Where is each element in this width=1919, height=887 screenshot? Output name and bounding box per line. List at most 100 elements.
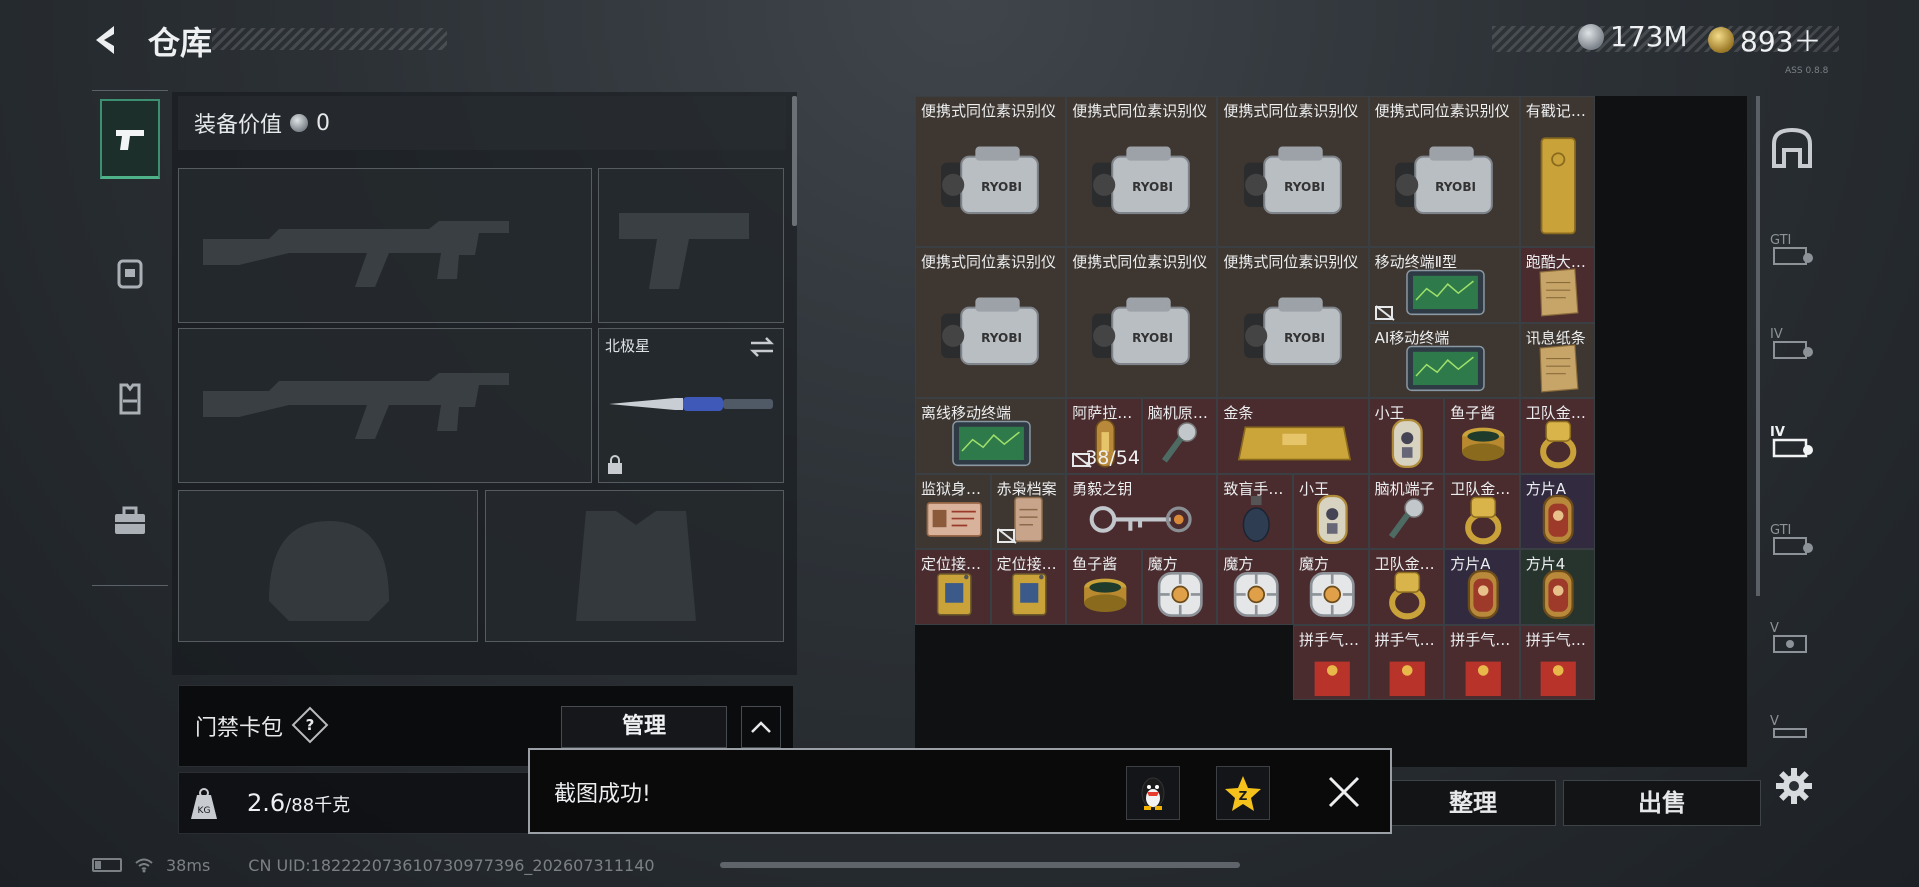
svg-text:RYOBI: RYOBI bbox=[1284, 331, 1325, 345]
storage-item[interactable]: 卫队金扳指 bbox=[1519, 398, 1596, 474]
card-king-icon bbox=[1302, 493, 1362, 546]
page-title: 仓库 bbox=[148, 24, 213, 62]
storage-item[interactable]: 便携式同位素识别仪 RYOBI bbox=[1368, 96, 1520, 247]
storage-tab-safehouse[interactable] bbox=[1764, 120, 1820, 176]
briefcase-icon bbox=[115, 506, 145, 534]
key-icon bbox=[1082, 493, 1203, 546]
loadout-scrollbar[interactable] bbox=[792, 96, 797, 226]
storage-item[interactable]: 拼手气红包 bbox=[1519, 624, 1596, 700]
storage-item[interactable]: 小王 bbox=[1293, 473, 1369, 549]
weight-max: /88千克 bbox=[285, 795, 351, 816]
melee-slot[interactable]: 北极星 bbox=[598, 328, 784, 483]
back-arrow-icon[interactable] bbox=[90, 22, 126, 58]
share-qzone-button[interactable]: Z bbox=[1216, 766, 1270, 820]
horizontal-scrollbar[interactable] bbox=[720, 862, 1240, 868]
storage-item[interactable]: 致盲手雷… bbox=[1217, 473, 1293, 549]
currency-gold-amount: 893＋ bbox=[1740, 25, 1822, 58]
chevron-up-icon bbox=[751, 721, 771, 733]
storage-item[interactable]: 拼手气红包 bbox=[1368, 624, 1445, 700]
secondary-weapon-slot[interactable] bbox=[598, 168, 784, 323]
nav-item-cases[interactable] bbox=[100, 481, 160, 561]
share-qq-button[interactable] bbox=[1126, 766, 1180, 820]
storage-item[interactable]: 鱼子酱 bbox=[1066, 549, 1142, 625]
storage-item[interactable]: 卫队金扳指 bbox=[1444, 473, 1520, 549]
currency-silver-amount: 173M bbox=[1610, 20, 1688, 53]
storage-item[interactable]: 鱼子酱 bbox=[1444, 398, 1520, 474]
tertiary-weapon-slot[interactable] bbox=[178, 328, 592, 483]
storage-item[interactable]: 阿萨拉牌…38/54 bbox=[1066, 398, 1142, 474]
storage-tab-iv-1[interactable]: IV bbox=[1764, 314, 1820, 370]
storage-item[interactable]: AI移动终端 bbox=[1368, 322, 1520, 398]
storage-item[interactable]: 便携式同位素识别仪 RYOBI bbox=[915, 96, 1067, 247]
storage-tab-gti-1[interactable]: GTI bbox=[1764, 220, 1820, 276]
wifi-icon bbox=[135, 858, 153, 873]
storage-item[interactable]: 定位接收器 bbox=[990, 549, 1067, 625]
storage-tab-v-2[interactable]: V bbox=[1764, 696, 1820, 752]
gear-icon[interactable] bbox=[1774, 766, 1814, 806]
currency-gold[interactable]: 893＋ bbox=[1708, 20, 1821, 60]
storage-tab-iv-2[interactable]: IV bbox=[1764, 412, 1820, 468]
nav-item-weapons[interactable] bbox=[100, 99, 160, 179]
nav-item-backpack[interactable] bbox=[100, 233, 160, 313]
gti-case-icon: GTI bbox=[1770, 233, 1813, 265]
ryobi-scanner-icon: RYOBI bbox=[1385, 133, 1506, 239]
storage-item[interactable]: 有戳记的… bbox=[1519, 96, 1596, 247]
storage-item[interactable]: 便携式同位素识别仪 RYOBI bbox=[1217, 247, 1369, 398]
storage-item[interactable]: 方片4 bbox=[1519, 549, 1596, 625]
card-ace-icon bbox=[1453, 568, 1513, 621]
storage-item[interactable]: 魔方 bbox=[1293, 549, 1369, 625]
backpack-icon bbox=[117, 259, 143, 289]
help-icon[interactable]: ? bbox=[291, 706, 329, 744]
storage-item[interactable]: 监狱身份证 bbox=[915, 473, 991, 549]
iv-case-icon: IV bbox=[1770, 327, 1813, 359]
storage-item[interactable]: 便携式同位素识别仪 RYOBI bbox=[1066, 247, 1218, 398]
storage-item[interactable]: 魔方 bbox=[1217, 549, 1293, 625]
sort-button[interactable]: 整理 bbox=[1390, 780, 1556, 826]
sell-button[interactable]: 出售 bbox=[1563, 780, 1761, 826]
nav-item-armor[interactable] bbox=[100, 359, 160, 439]
primary-weapon-slot[interactable] bbox=[178, 168, 592, 323]
swap-icon[interactable] bbox=[749, 337, 775, 357]
storage-item[interactable]: 魔方 bbox=[1141, 549, 1218, 625]
pistol-icon bbox=[116, 129, 144, 150]
manage-button[interactable]: 管理 bbox=[561, 706, 727, 748]
storage-item[interactable]: 跑酷大师… bbox=[1519, 247, 1596, 323]
storage-item[interactable]: 小王 bbox=[1368, 398, 1445, 474]
stack-count: 38/54 bbox=[1085, 446, 1140, 469]
title-decoration bbox=[212, 28, 447, 50]
bci-device-icon bbox=[1150, 417, 1210, 470]
storage-item[interactable]: 拼手气红包 bbox=[1444, 624, 1520, 700]
storage-item[interactable]: 离线移动终端 bbox=[915, 398, 1067, 474]
help-mark: ? bbox=[305, 716, 315, 734]
version-text: ASS 0.8.8 bbox=[1785, 66, 1829, 76]
storage-item[interactable]: 卫队金扳指 bbox=[1368, 549, 1445, 625]
storage-item[interactable]: 拼手气红包 bbox=[1293, 624, 1369, 700]
storage-item-name: 便携式同位素识别仪 bbox=[1374, 102, 1510, 120]
currency-silver: 173M bbox=[1578, 20, 1688, 53]
storage-item[interactable]: 方片A bbox=[1444, 549, 1520, 625]
storage-item[interactable]: 赤枭档案 bbox=[990, 473, 1067, 549]
unbound-icon bbox=[1072, 452, 1092, 468]
storage-item[interactable]: 讯息纸条 bbox=[1519, 322, 1596, 398]
storage-item[interactable]: 便携式同位素识别仪 RYOBI bbox=[1217, 96, 1369, 247]
storage-item[interactable]: 移动终端Ⅱ型 bbox=[1368, 247, 1520, 323]
storage-item[interactable]: 金条 bbox=[1217, 398, 1369, 474]
storage-item[interactable]: 便携式同位素识别仪 RYOBI bbox=[1066, 96, 1218, 247]
storage-item[interactable]: 方片A bbox=[1519, 473, 1596, 549]
storage-item[interactable]: 定位接收器 bbox=[915, 549, 991, 625]
storage-item[interactable]: 便携式同位素识别仪 RYOBI bbox=[915, 247, 1067, 398]
screenshot-toast: 截图成功! Z bbox=[528, 748, 1392, 834]
helmet-slot[interactable] bbox=[178, 490, 478, 642]
close-icon[interactable] bbox=[1324, 772, 1364, 812]
storage-item[interactable]: 脑机端子 bbox=[1368, 473, 1445, 549]
storage-item[interactable]: 脑机原型机 bbox=[1141, 398, 1218, 474]
storage-item[interactable]: 勇毅之钥 bbox=[1066, 473, 1218, 549]
uid-text: CN UID:18222207361073097739​6_2026073111… bbox=[248, 855, 655, 875]
storage-tab-v-1[interactable]: V bbox=[1764, 608, 1820, 664]
cube-icon bbox=[1302, 568, 1362, 621]
collapse-button[interactable] bbox=[741, 706, 781, 748]
armor-slot[interactable] bbox=[485, 490, 784, 642]
gold-ring-icon bbox=[1377, 568, 1437, 621]
storage-tab-gti-2[interactable]: GTI bbox=[1764, 510, 1820, 566]
storage-item-name: 便携式同位素识别仪 bbox=[921, 102, 1057, 120]
